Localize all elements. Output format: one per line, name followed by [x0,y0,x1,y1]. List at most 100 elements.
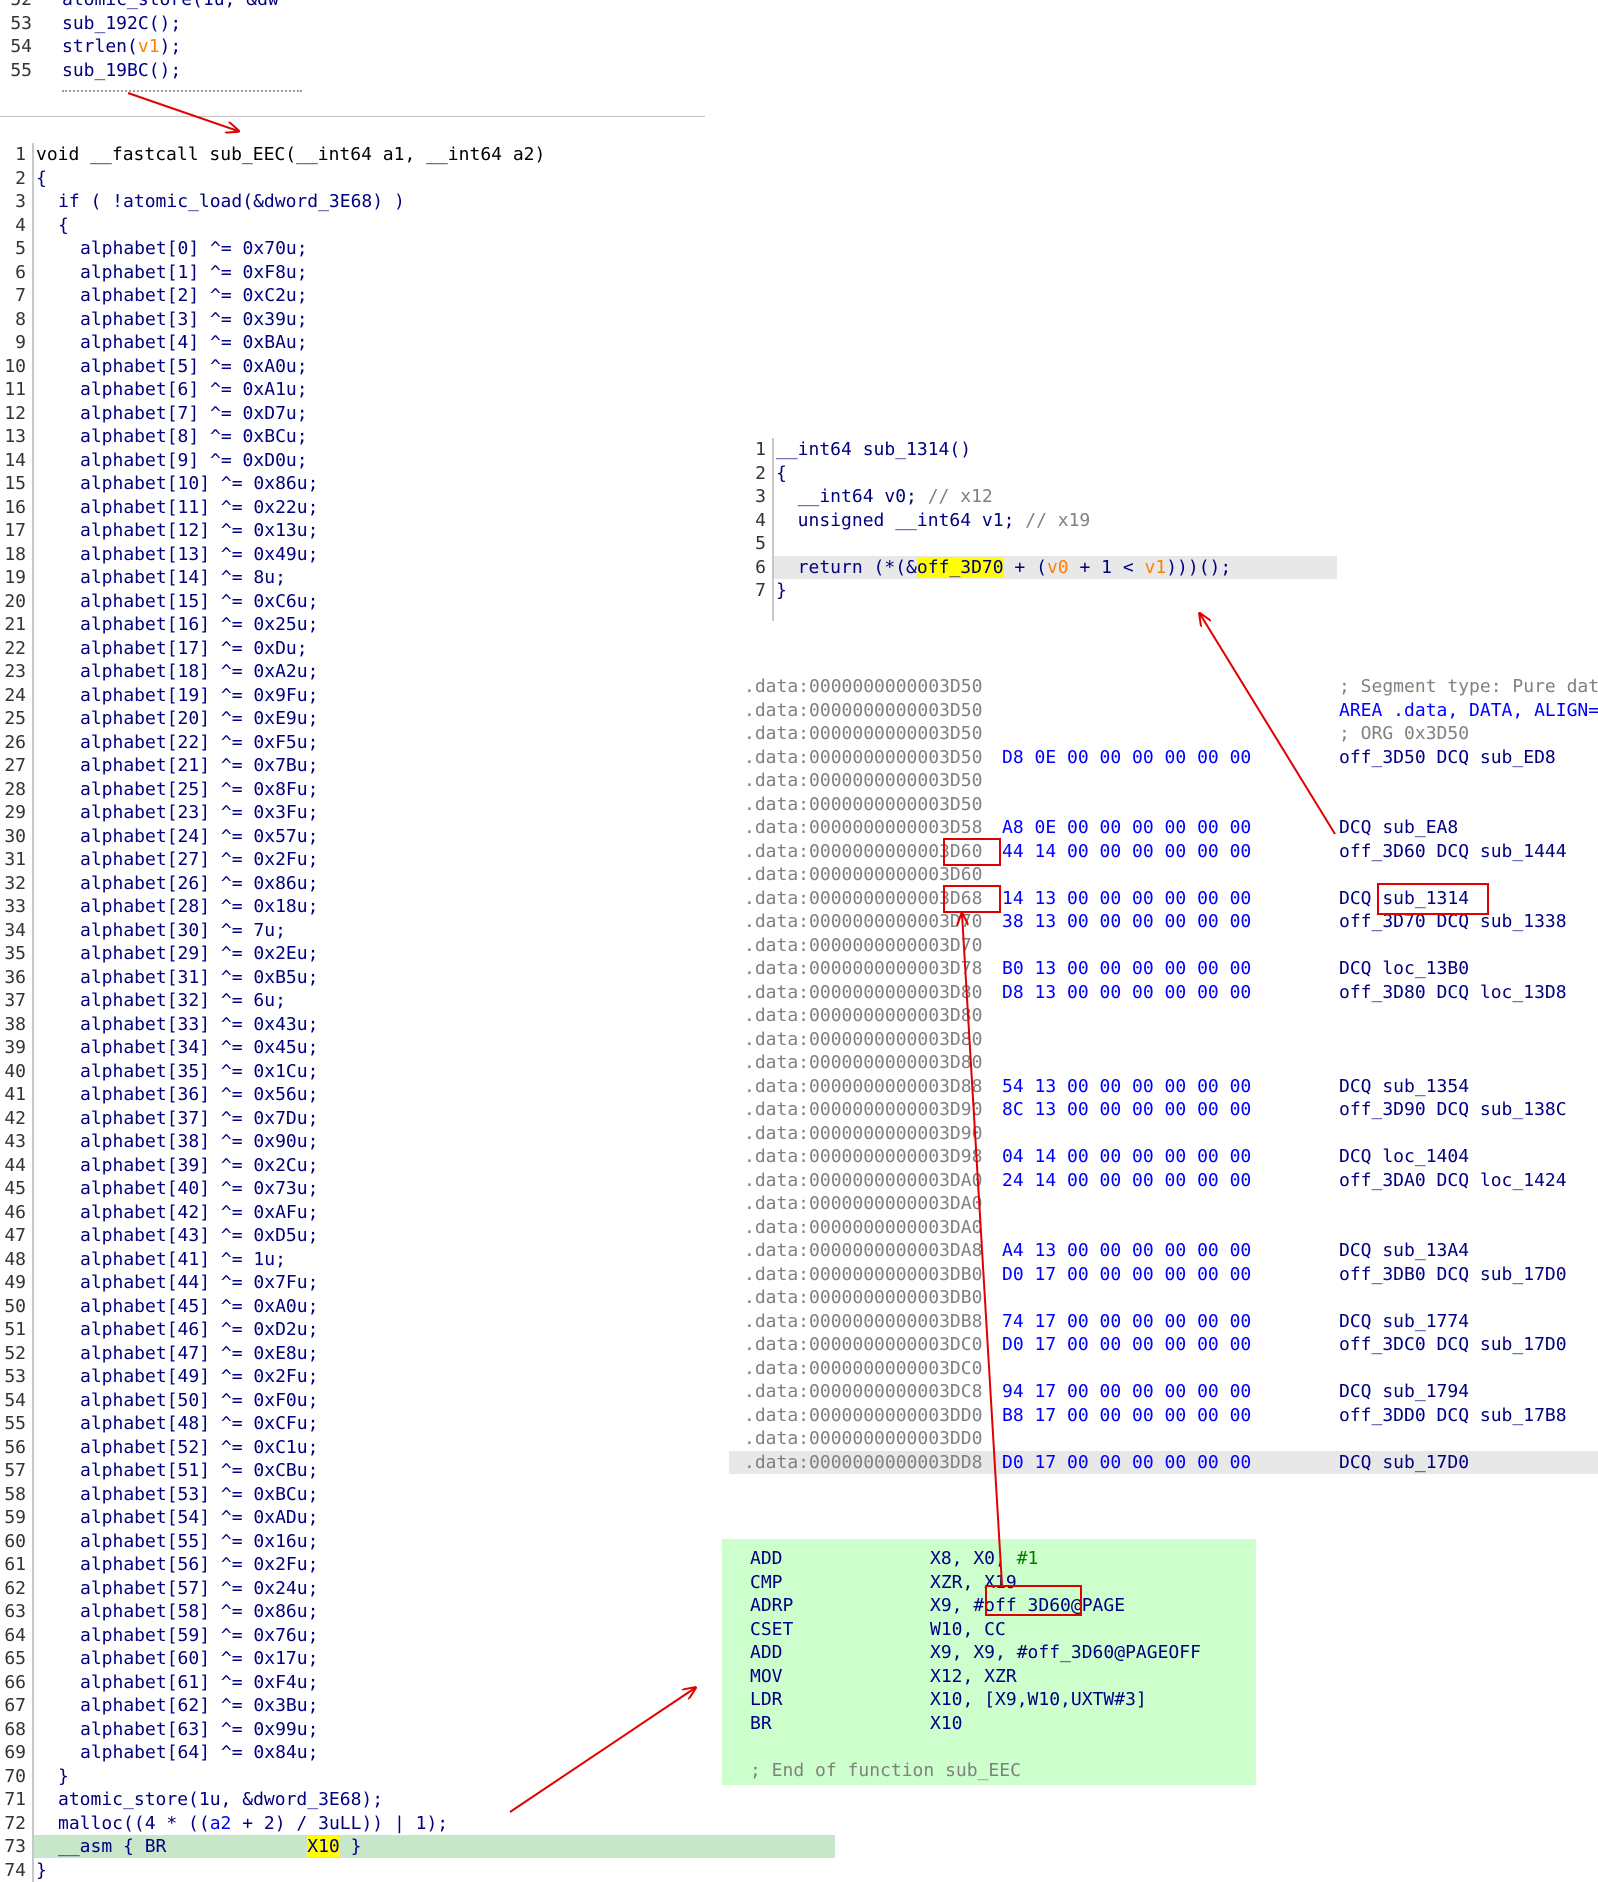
line-number: 55 [10,59,32,81]
code-line: alphabet[3] ^= 0x39u; [80,308,308,331]
variable-ref: v0 [1046,556,1069,578]
code-text: alphabet[15] ^= 0xC6u; [80,590,319,612]
data-reference: off_3D90 DCQ sub_138C [1339,1099,1567,1120]
code-line: { [36,167,47,190]
code-line: alphabet[44] ^= 0x7Fu; [80,1271,318,1294]
code-line: alphabet[35] ^= 0x1Cu; [80,1060,318,1083]
line-number: 14 [4,449,26,471]
data-address: .data:0000000000003DA8 [744,1240,983,1261]
line-number: 11 [4,379,26,400]
immediate-value: #1 [1016,1548,1039,1569]
asm-opcode: ADRP [750,1595,794,1616]
data-reference: off_3D50 DCQ sub_ED8 [1339,746,1556,768]
code-line: alphabet[29] ^= 0x2Eu; [80,942,318,965]
code-text: alphabet[30] ^= 7u; [80,919,286,941]
data-reference: off_3DD0 DCQ sub_17B8 [1339,1404,1567,1426]
data-address: .data:0000000000003D50 [744,746,983,768]
code-line: alphabet[25] ^= 0x8Fu; [80,778,318,801]
data-bytes: 54 13 00 00 00 00 00 00 [1002,1075,1252,1097]
code-text: unsigned __int64 v1; [776,509,1026,531]
code-line: sub_192C(); [62,12,181,35]
data-reference: DCQ sub_1354 [1339,1075,1470,1097]
code-text: alphabet[39] ^= 0x2Cu; [80,1154,319,1176]
line-number: 51 [4,1319,26,1340]
line-number: 15 [4,473,26,494]
code-text: alphabet[1] ^= 0xF8u; [80,261,308,283]
code-line: alphabet[23] ^= 0x3Fu; [80,801,318,824]
line-number: 12 [4,402,26,424]
line-number: 26 [4,731,26,753]
code-text: alphabet[14] ^= 8u; [80,567,286,588]
data-reference: DCQ sub_13A4 [1339,1240,1470,1261]
asm-operands: X8, X0, #1 [930,1547,1038,1570]
asm-opcode: BR [750,1712,772,1734]
data-reference: off_3D80 DCQ loc_13D8 [1339,981,1567,1003]
line-number: 31 [4,849,26,870]
data-address: .data:0000000000003D50 [744,723,983,744]
data-bytes: 04 14 00 00 00 00 00 00 [1002,1146,1252,1167]
code-line: alphabet[13] ^= 0x49u; [80,543,318,566]
data-address: .data:0000000000003D90 [744,1099,983,1120]
comment: // x19 [1025,509,1091,531]
code-text: alphabet[53] ^= 0xBCu; [80,1483,319,1505]
code-text: sub_19BC(); [62,59,182,81]
code-text: { [58,214,69,236]
code-text: alphabet[19] ^= 0x9Fu; [80,684,319,706]
code-text: atomic_store(1u, &dw [62,0,279,10]
code-line: alphabet[40] ^= 0x73u; [80,1177,318,1200]
code-line: alphabet[39] ^= 0x2Cu; [80,1154,318,1177]
arrow-sub1314 [1200,614,1336,835]
data-address: .data:0000000000003D50 [744,770,983,791]
line-number: 3 [15,191,26,212]
data-bytes: A8 0E 00 00 00 00 00 00 [1002,817,1252,838]
asm-opcode: MOV [750,1665,783,1687]
code-text: alphabet[31] ^= 0xB5u; [80,966,319,988]
code-line: __int64 v0; // x12 [776,485,993,508]
line-number: 5 [755,533,766,554]
line-number: 2 [15,167,26,189]
line-number: 62 [4,1577,26,1599]
code-line: alphabet[58] ^= 0x86u; [80,1600,318,1623]
data-address: .data:0000000000003D60 [744,864,983,885]
line-number: 20 [4,590,26,612]
code-text: strlen( [62,36,138,57]
asm-operands: X10 [930,1712,963,1735]
code-line: alphabet[63] ^= 0x99u; [80,1718,318,1741]
code-line: alphabet[48] ^= 0xCFu; [80,1412,318,1435]
code-text: alphabet[49] ^= 0x2Fu; [80,1366,319,1387]
line-number: 38 [4,1013,26,1035]
line-number: 17 [4,520,26,541]
code-text: alphabet[32] ^= 6u; [80,990,286,1011]
code-line: alphabet[52] ^= 0xC1u; [80,1436,318,1459]
code-text: alphabet[43] ^= 0xD5u; [80,1225,319,1246]
redbox-3d60 [943,838,1001,866]
line-number: 30 [4,825,26,847]
code-text: } [776,580,787,601]
code-text: alphabet[13] ^= 0x49u; [80,543,319,565]
asm-operands: X9, X9, #off_3D60@PAGEOFF [930,1641,1201,1664]
code-line: alphabet[16] ^= 0x25u; [80,613,318,636]
line-number: 40 [4,1060,26,1082]
code-text: alphabet[54] ^= 0xADu; [80,1507,319,1528]
code-text: alphabet[61] ^= 0xF4u; [80,1671,319,1693]
code-line: alphabet[45] ^= 0xA0u; [80,1295,318,1318]
code-line: alphabet[41] ^= 1u; [80,1248,286,1271]
code-text: alphabet[50] ^= 0xF0u; [80,1389,319,1411]
line-number: 29 [4,802,26,823]
data-address: .data:0000000000003DA0 [744,1216,983,1238]
code-text: if ( !atomic_load(&dword_3E68) ) [58,191,405,212]
line-number: 63 [4,1601,26,1622]
code-line: alphabet[50] ^= 0xF0u; [80,1389,318,1412]
code-text: alphabet[5] ^= 0xA0u; [80,355,308,377]
line-number: 73 [4,1836,26,1857]
line-number: 33 [4,896,26,917]
code-line: alphabet[42] ^= 0xAFu; [80,1201,318,1224]
line-number: 66 [4,1671,26,1693]
code-text: alphabet[17] ^= 0xDu; [80,637,308,659]
symbol-ref: off_3D70 [916,556,1004,578]
line-number: 53 [4,1366,26,1387]
code-line: alphabet[20] ^= 0xE9u; [80,707,318,730]
line-number: 74 [4,1859,26,1881]
code-text: alphabet[2] ^= 0xC2u; [80,285,308,306]
code-text: alphabet[52] ^= 0xC1u; [80,1436,319,1458]
